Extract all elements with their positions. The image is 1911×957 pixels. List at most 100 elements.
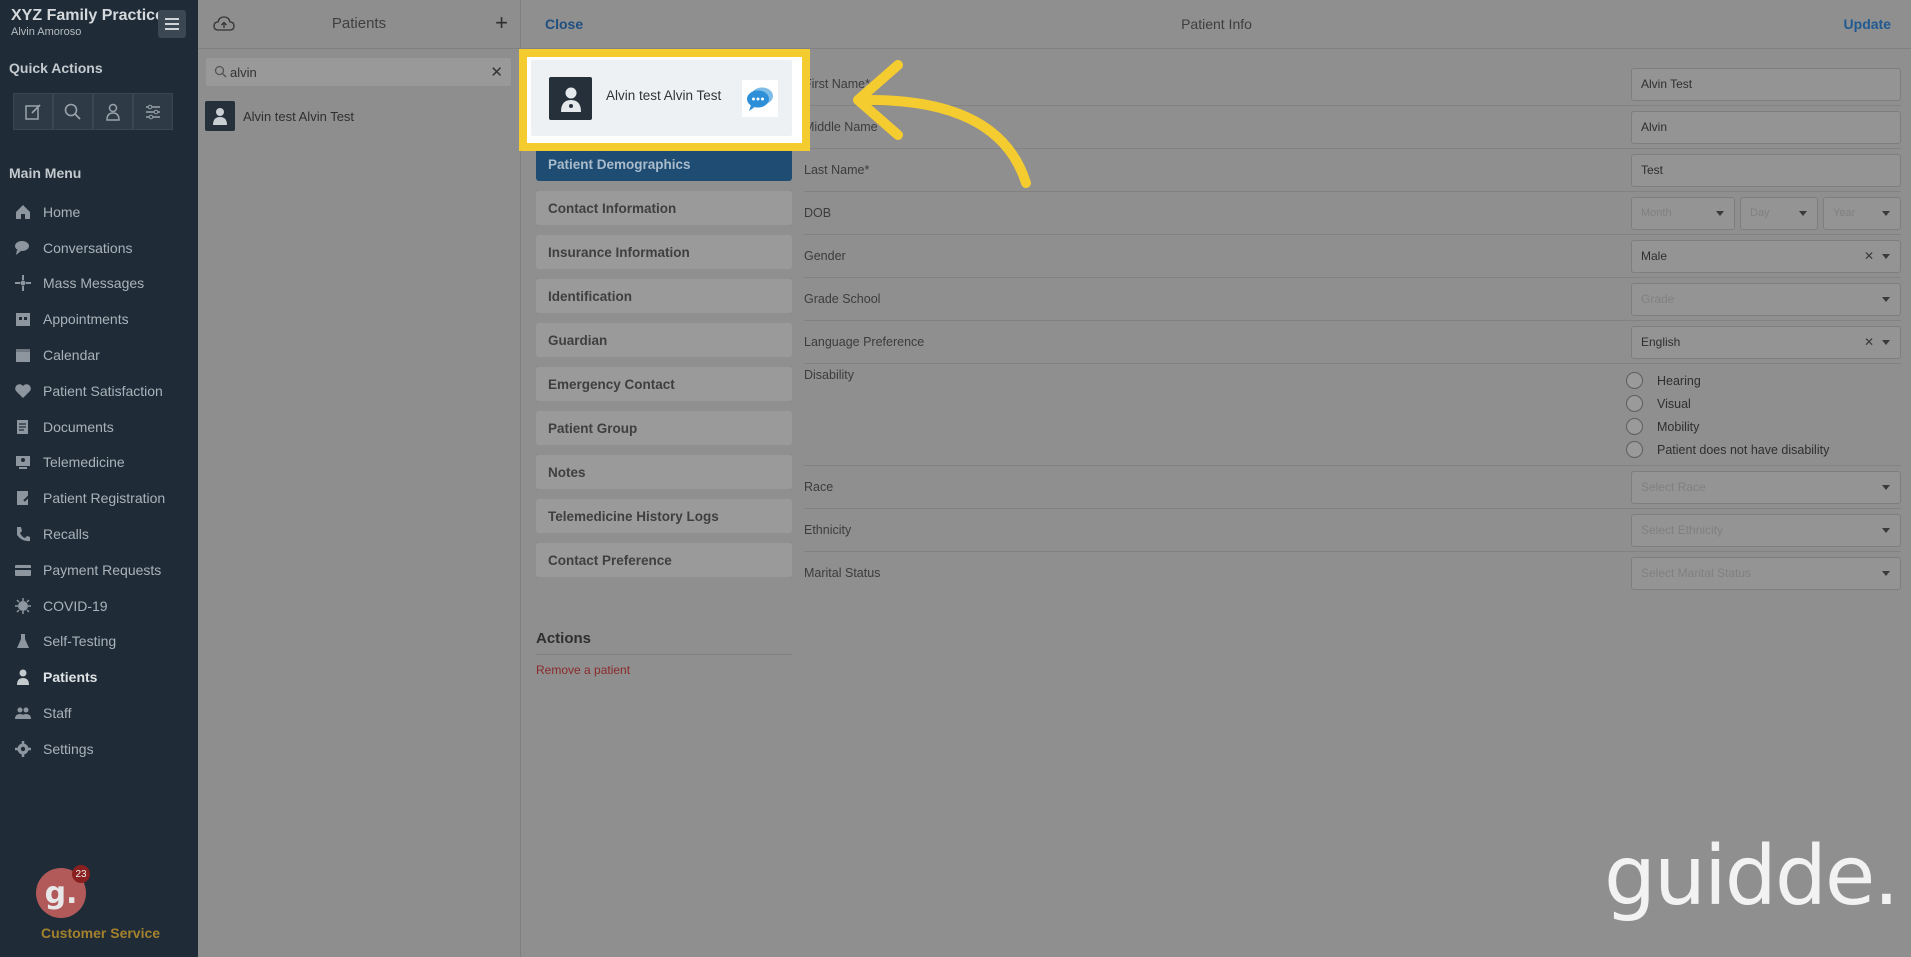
hamburger-menu-icon[interactable] <box>158 10 186 38</box>
gender-select[interactable]: Male ✕ <box>1631 240 1901 273</box>
doctor-icon[interactable] <box>93 93 133 130</box>
customer-service-label[interactable]: Customer Service <box>41 925 160 941</box>
clear-search-icon[interactable]: ✕ <box>490 63 503 81</box>
dob-day-value: Day <box>1750 207 1770 219</box>
search-icon[interactable] <box>53 93 93 130</box>
brand-title: XYZ Family Practice <box>11 7 164 24</box>
annotation-arrow-icon <box>853 60 1031 188</box>
sidebar-item-label: Patient Registration <box>43 490 166 507</box>
tab-emergency-contact[interactable]: Emergency Contact <box>536 367 792 401</box>
option-label: Visual <box>1657 396 1691 411</box>
tab-identification[interactable]: Identification <box>536 279 792 313</box>
calendar-icon <box>14 346 32 364</box>
tab-patient-group[interactable]: Patient Group <box>536 411 792 445</box>
tab-telemedicine-history-logs[interactable]: Telemedicine History Logs <box>536 499 792 533</box>
radio-button[interactable] <box>1626 395 1643 412</box>
sidebar-item-telemedicine[interactable]: Telemedicine <box>0 445 198 481</box>
gender-label: Gender <box>804 249 846 263</box>
document-icon <box>14 418 32 436</box>
chevron-down-icon <box>1716 211 1724 216</box>
grade-school-select[interactable]: Grade <box>1631 283 1901 316</box>
sidebar-item-conversations[interactable]: Conversations <box>0 230 198 266</box>
sidebar-item-home[interactable]: Home <box>0 194 198 230</box>
tab-contact-information[interactable]: Contact Information <box>536 191 792 225</box>
sidebar-item-label: Calendar <box>43 347 100 364</box>
marital-status-label: Marital Status <box>804 566 881 580</box>
heart-icon <box>14 382 32 400</box>
radio-button[interactable] <box>1626 418 1643 435</box>
clear-icon[interactable]: ✕ <box>1864 241 1874 272</box>
dob-year-select[interactable]: Year <box>1823 197 1901 230</box>
sidebar-item-covid-19[interactable]: COVID-19 <box>0 588 198 624</box>
patient-icon <box>549 77 592 120</box>
sidebar-item-label: Patient Satisfaction <box>43 382 163 399</box>
brand: XYZ Family Practice Alvin Amoroso <box>11 7 164 38</box>
add-patient-icon[interactable]: + <box>495 12 508 34</box>
tab-patient-demographics[interactable]: Patient Demographics <box>536 147 792 181</box>
sidebar-item-label: Documents <box>43 418 114 435</box>
sidebar-item-self-testing[interactable]: Self-Testing <box>0 624 198 660</box>
language-select[interactable]: English ✕ <box>1631 326 1901 359</box>
update-button[interactable]: Update <box>1844 16 1891 32</box>
race-row: Race Select Race <box>804 466 1901 509</box>
grade-school-label: Grade School <box>804 292 881 306</box>
dob-day-select[interactable]: Day <box>1740 197 1818 230</box>
disability-option[interactable]: Hearing <box>1626 369 1829 392</box>
sidebar-item-appointments[interactable]: Appointments <box>0 301 198 337</box>
card-icon <box>14 561 32 579</box>
clear-icon[interactable]: ✕ <box>1864 327 1874 358</box>
sidebar-item-patient-satisfaction[interactable]: Patient Satisfaction <box>0 373 198 409</box>
sliders-icon[interactable] <box>133 93 173 130</box>
marital-status-row: Marital Status Select Marital Status <box>804 552 1901 595</box>
customer-service-logo[interactable]: g. 23 <box>36 865 90 920</box>
sidebar-item-recalls[interactable]: Recalls <box>0 516 198 552</box>
grade-school-placeholder: Grade <box>1641 292 1675 306</box>
tab-notes[interactable]: Notes <box>536 455 792 489</box>
patient-result-row[interactable]: Alvin test Alvin Test <box>205 100 510 132</box>
disability-row: Disability Hearing Visual Mobility Patie… <box>804 364 1901 466</box>
chat-bubbles-icon[interactable] <box>742 80 778 117</box>
search-icon <box>214 65 227 78</box>
page-title: Patient Info <box>1181 16 1252 32</box>
disability-option[interactable]: Mobility <box>1626 415 1829 438</box>
first-name-field[interactable]: Alvin Test <box>1631 68 1901 101</box>
phone-icon <box>14 525 32 543</box>
ethnicity-placeholder: Select Ethnicity <box>1641 523 1724 537</box>
patient-tabs: Patient Demographics Contact Information… <box>536 147 792 587</box>
sidebar-item-label: COVID-19 <box>43 597 108 614</box>
patient-avatar-icon <box>205 101 235 131</box>
search-input[interactable] <box>230 62 470 82</box>
disability-option[interactable]: Visual <box>1626 392 1829 415</box>
last-name-field[interactable]: Test <box>1631 154 1901 187</box>
sidebar-item-payment-requests[interactable]: Payment Requests <box>0 552 198 588</box>
sidebar-item-settings[interactable]: Settings <box>0 731 198 767</box>
sidebar-item-documents[interactable]: Documents <box>0 409 198 445</box>
disability-options: Hearing Visual Mobility Patient does not… <box>1626 369 1829 461</box>
dob-month-select[interactable]: Month <box>1631 197 1735 230</box>
disability-option[interactable]: Patient does not have disability <box>1626 438 1829 461</box>
race-select[interactable]: Select Race <box>1631 471 1901 504</box>
race-placeholder: Select Race <box>1641 480 1706 494</box>
notification-badge: 23 <box>72 865 90 883</box>
chevron-down-icon <box>1882 485 1890 490</box>
sidebar-item-calendar[interactable]: Calendar <box>0 337 198 373</box>
marital-status-select[interactable]: Select Marital Status <box>1631 557 1901 590</box>
radio-button[interactable] <box>1626 441 1643 458</box>
registration-icon <box>14 489 32 507</box>
middle-name-field[interactable]: Alvin <box>1631 111 1901 144</box>
remove-patient-link[interactable]: Remove a patient <box>536 663 630 677</box>
quick-actions-title: Quick Actions <box>9 60 103 76</box>
compose-icon[interactable] <box>13 93 53 130</box>
tab-guardian[interactable]: Guardian <box>536 323 792 357</box>
tab-insurance-information[interactable]: Insurance Information <box>536 235 792 269</box>
patient-card-name[interactable]: Alvin test Alvin Test <box>606 88 721 103</box>
sidebar-item-patient-registration[interactable]: Patient Registration <box>0 480 198 516</box>
sidebar-item-mass-messages[interactable]: Mass Messages <box>0 266 198 302</box>
brand-user: Alvin Amoroso <box>11 26 82 38</box>
sidebar-item-patients[interactable]: Patients <box>0 659 198 695</box>
ethnicity-select[interactable]: Select Ethnicity <box>1631 514 1901 547</box>
tab-contact-preference[interactable]: Contact Preference <box>536 543 792 577</box>
sidebar-item-staff[interactable]: Staff <box>0 695 198 731</box>
radio-button[interactable] <box>1626 372 1643 389</box>
guidde-watermark: guidde. <box>1604 829 1899 924</box>
